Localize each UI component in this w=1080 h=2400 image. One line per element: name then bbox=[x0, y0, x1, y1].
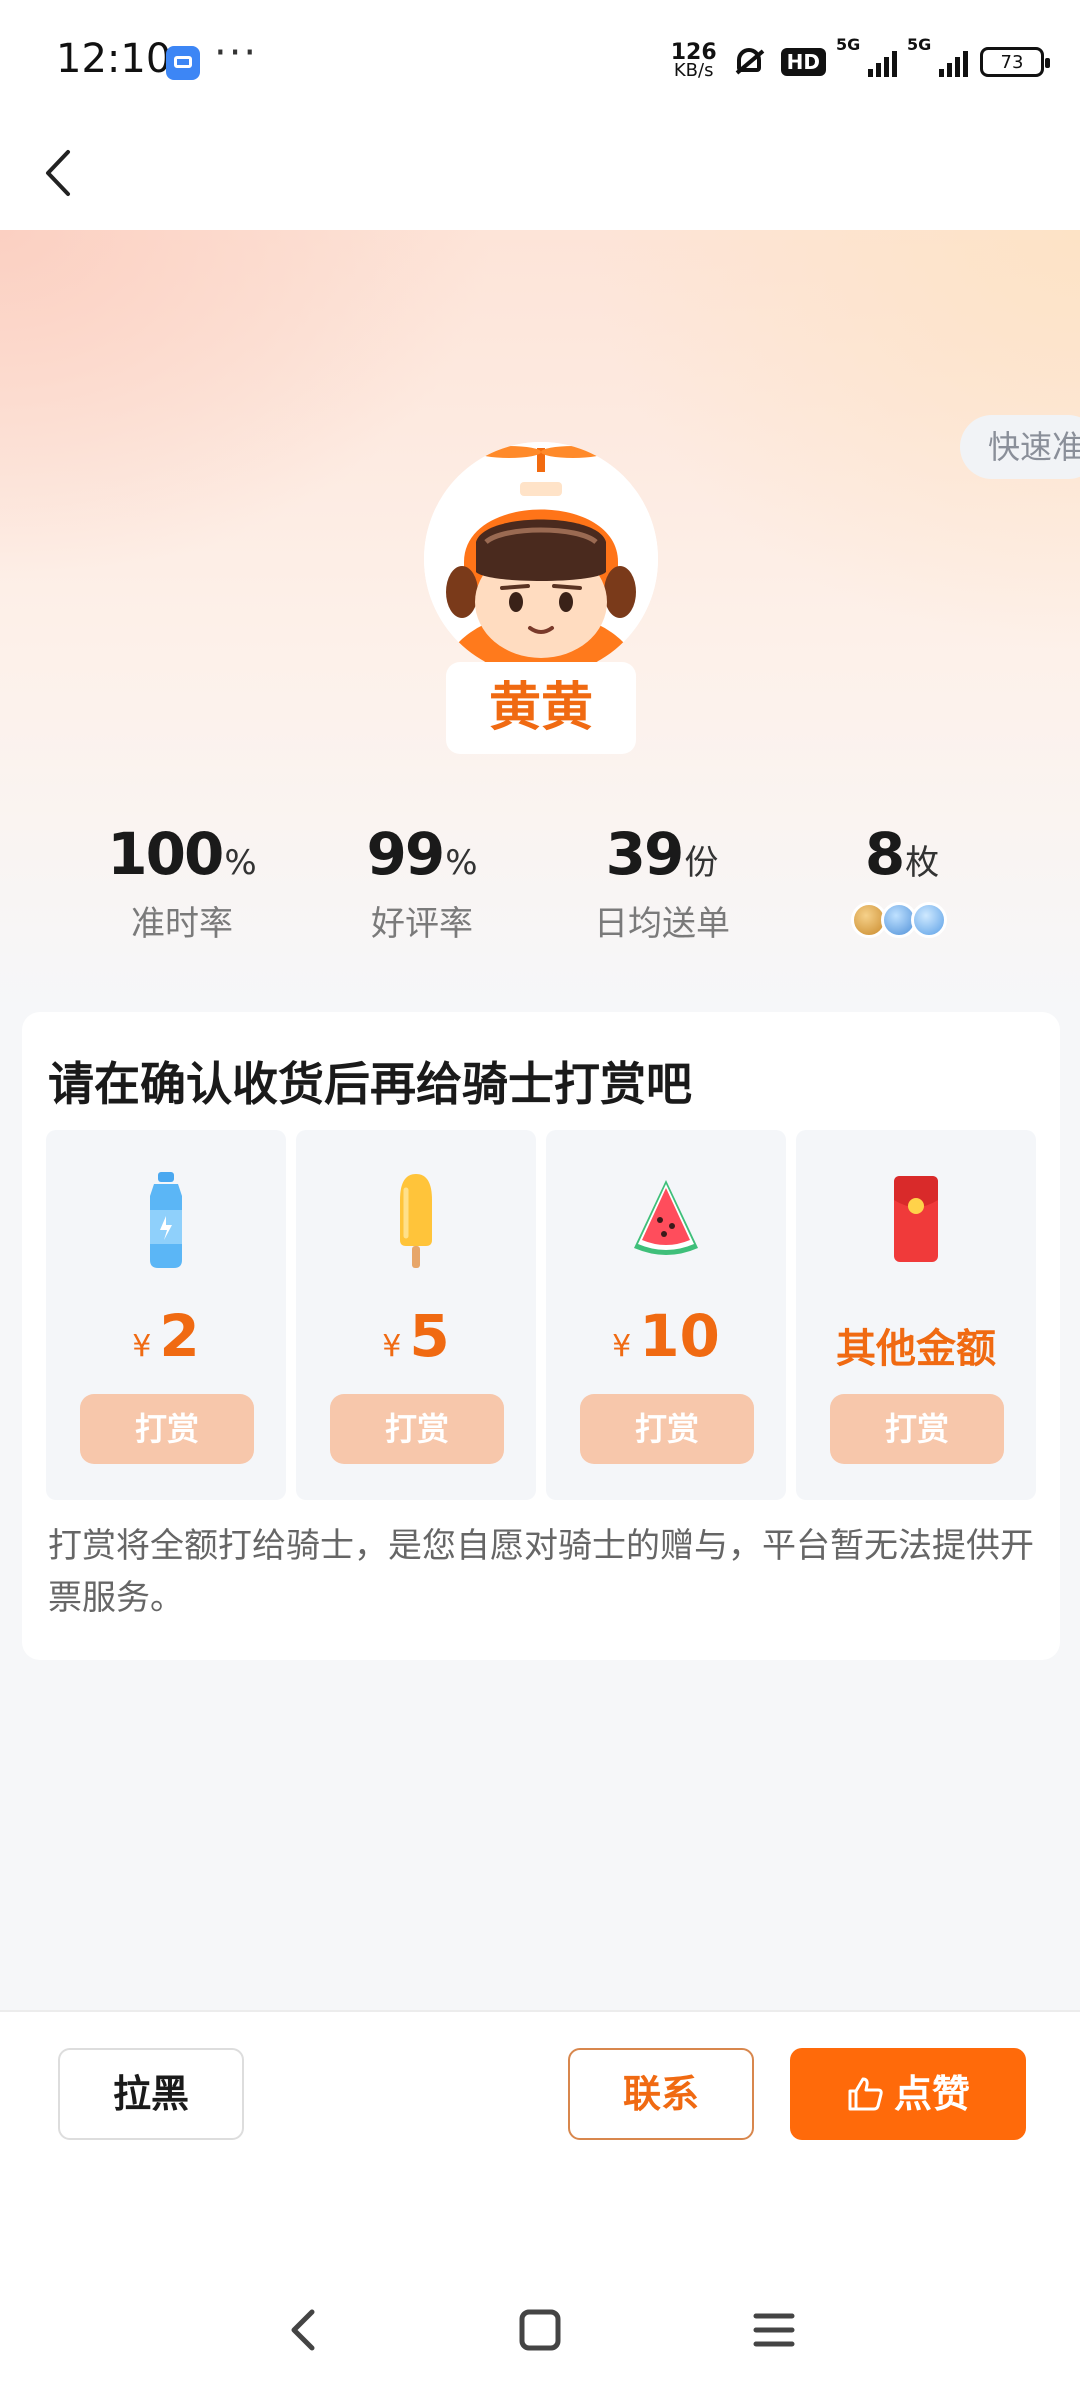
tip-button[interactable]: 打赏 bbox=[830, 1394, 1004, 1464]
tip-option-10[interactable]: ¥10 打赏 bbox=[546, 1130, 786, 1500]
block-button[interactable]: 拉黑 bbox=[58, 2048, 244, 2140]
tip-button[interactable]: 打赏 bbox=[80, 1394, 254, 1464]
stat-rating: 99% 好评率 bbox=[366, 820, 478, 944]
tip-button[interactable]: 打赏 bbox=[580, 1394, 754, 1464]
action-bar: 拉黑 联系 点赞 bbox=[0, 2010, 1080, 2190]
status-bar: 12:10 ··· 126 KB/s HD 5G 5G 73 bbox=[0, 0, 1080, 120]
app-notification-icon bbox=[166, 46, 200, 80]
tip-amount: ¥2 bbox=[132, 1302, 200, 1370]
more-notifications-icon: ··· bbox=[214, 30, 259, 76]
signal-icon-2: 5G bbox=[907, 35, 968, 77]
like-label: 点赞 bbox=[893, 2072, 970, 2116]
tip-disclaimer: 打赏将全额打给骑士，是您自愿对骑士的赠与，平台暂无法提供开票服务。 bbox=[48, 1526, 1034, 1618]
tip-amount: 其他金额 bbox=[836, 1326, 996, 1372]
stat-daily-orders: 39份 日均送单 bbox=[594, 820, 730, 944]
menu-lines-icon bbox=[753, 2313, 795, 2347]
red-envelope-icon bbox=[894, 1176, 938, 1262]
rider-profile-header: 快速准 黄黄 100% 准时率 99% 好评率 39份 日均送单 8枚 bbox=[0, 230, 1080, 1010]
hd-badge: HD bbox=[780, 48, 826, 76]
rider-stats: 100% 准时率 99% 好评率 39份 日均送单 8枚 bbox=[0, 820, 1080, 980]
popsicle-icon bbox=[400, 1174, 432, 1268]
contact-button[interactable]: 联系 bbox=[568, 2048, 754, 2140]
water-bottle-icon bbox=[150, 1172, 182, 1268]
quick-badge-pill[interactable]: 快速准 bbox=[960, 415, 1080, 479]
battery-level: 73 bbox=[1000, 51, 1024, 73]
tip-card: 请在确认收货后再给骑士打赏吧 ¥2 打赏 ¥ 5 打赏 ¥ 10 打赏 其他金额… bbox=[22, 1012, 1060, 1660]
tip-option-other[interactable]: 其他金额 打赏 bbox=[796, 1130, 1036, 1500]
system-menu-button[interactable] bbox=[744, 2300, 804, 2360]
status-indicators: 126 KB/s HD 5G 5G 73 bbox=[670, 35, 1050, 84]
system-navigation bbox=[0, 2190, 1080, 2400]
tip-amount: ¥10 bbox=[612, 1302, 720, 1370]
like-button[interactable]: 点赞 bbox=[790, 2048, 1026, 2140]
stat-ontime: 100% 准时率 bbox=[107, 820, 257, 944]
battery-icon: 73 bbox=[980, 47, 1050, 77]
network-speed: 126 KB/s bbox=[670, 40, 717, 81]
watermelon-icon bbox=[634, 1180, 698, 1255]
tip-options: ¥2 打赏 ¥5 打赏 ¥ 10 打赏 其他金额 打赏 bbox=[46, 1130, 1038, 1500]
medal-badges bbox=[782, 902, 1022, 938]
thumbs-up-icon bbox=[848, 2077, 883, 2111]
home-square-icon bbox=[519, 2309, 561, 2351]
system-back-button[interactable] bbox=[274, 2300, 334, 2360]
system-home-button[interactable] bbox=[510, 2300, 570, 2360]
tip-title: 请在确认收货后再给骑士打赏吧 bbox=[48, 1057, 692, 1111]
tip-amount: ¥5 bbox=[382, 1302, 450, 1370]
back-button[interactable] bbox=[26, 138, 96, 208]
stat-medals[interactable]: 8枚 bbox=[782, 820, 1022, 938]
tip-option-5[interactable]: ¥5 打赏 bbox=[296, 1130, 536, 1500]
medal-icon bbox=[911, 902, 947, 938]
tip-option-2[interactable]: ¥2 打赏 bbox=[46, 1130, 286, 1500]
signal-icon: 5G bbox=[836, 35, 897, 77]
back-triangle-icon bbox=[291, 2309, 315, 2351]
tip-button[interactable]: 打赏 bbox=[330, 1394, 504, 1464]
nav-bar bbox=[0, 120, 1080, 230]
rider-name: 黄黄 bbox=[446, 662, 636, 754]
status-time: 12:10 bbox=[56, 36, 172, 82]
chevron-left-icon bbox=[46, 150, 70, 196]
mute-icon bbox=[729, 44, 769, 80]
rider-avatar bbox=[424, 442, 658, 676]
